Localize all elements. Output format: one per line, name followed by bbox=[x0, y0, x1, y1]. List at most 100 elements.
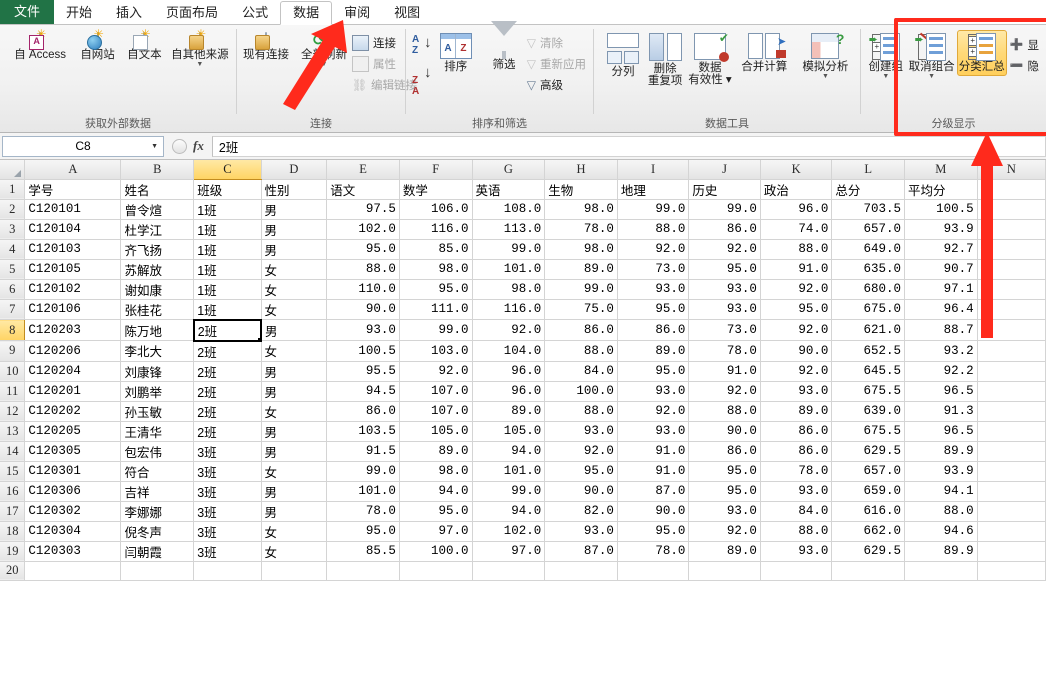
cell-A20[interactable] bbox=[24, 561, 122, 581]
cell-M15[interactable]: 93.9 bbox=[904, 461, 978, 482]
cell-F18[interactable]: 97.0 bbox=[399, 521, 473, 542]
cell-J9[interactable]: 78.0 bbox=[688, 340, 761, 362]
cell-G5[interactable]: 101.0 bbox=[472, 259, 546, 280]
column-header-E[interactable]: E bbox=[326, 160, 400, 180]
cell-D4[interactable]: 男 bbox=[261, 239, 328, 260]
cell-F20[interactable] bbox=[399, 561, 473, 581]
cell-C4[interactable]: 1班 bbox=[193, 239, 262, 260]
cell-D16[interactable]: 男 bbox=[261, 481, 328, 502]
cell-L6[interactable]: 680.0 bbox=[831, 279, 905, 300]
cell-I9[interactable]: 89.0 bbox=[617, 340, 690, 362]
show-detail-button[interactable]: ➕ 显 bbox=[1007, 34, 1042, 55]
cell-I5[interactable]: 73.0 bbox=[617, 259, 690, 280]
column-header-I[interactable]: I bbox=[617, 160, 690, 180]
cell-M3[interactable]: 93.9 bbox=[904, 219, 978, 240]
cell-N17[interactable] bbox=[977, 501, 1046, 522]
column-header-B[interactable]: B bbox=[120, 160, 195, 180]
cell-G18[interactable]: 102.0 bbox=[472, 521, 546, 542]
row-header-13[interactable]: 13 bbox=[0, 421, 26, 442]
cell-H9[interactable]: 88.0 bbox=[544, 340, 618, 362]
cell-J1[interactable]: 历史 bbox=[688, 179, 761, 200]
formula-input[interactable]: 2班 bbox=[211, 135, 1046, 157]
cell-E12[interactable]: 86.0 bbox=[326, 401, 400, 422]
row-header-11[interactable]: 11 bbox=[0, 381, 26, 402]
reapply-filter-button[interactable]: ▽ 重新应用 bbox=[524, 53, 589, 74]
cell-K19[interactable]: 93.0 bbox=[760, 541, 833, 562]
chevron-down-icon[interactable]: ▼ bbox=[196, 61, 203, 68]
cell-I11[interactable]: 93.0 bbox=[617, 381, 690, 402]
cell-M10[interactable]: 92.2 bbox=[904, 361, 978, 382]
cell-J16[interactable]: 95.0 bbox=[688, 481, 761, 502]
cell-F19[interactable]: 100.0 bbox=[399, 541, 473, 562]
cell-F6[interactable]: 95.0 bbox=[399, 279, 473, 300]
cell-M2[interactable]: 100.5 bbox=[904, 199, 978, 220]
cell-M8[interactable]: 88.7 bbox=[904, 319, 978, 341]
cell-F12[interactable]: 107.0 bbox=[399, 401, 473, 422]
sort-descending-button[interactable]: Z A ↓ bbox=[412, 64, 434, 97]
column-header-J[interactable]: J bbox=[688, 160, 761, 180]
tab-formulas[interactable]: 公式 bbox=[230, 1, 280, 24]
cell-K16[interactable]: 93.0 bbox=[760, 481, 833, 502]
cell-I12[interactable]: 92.0 bbox=[617, 401, 690, 422]
cell-G4[interactable]: 99.0 bbox=[472, 239, 546, 260]
cell-K8[interactable]: 92.0 bbox=[760, 319, 833, 341]
cell-K15[interactable]: 78.0 bbox=[760, 461, 833, 482]
cell-J10[interactable]: 91.0 bbox=[688, 361, 761, 382]
cell-N19[interactable] bbox=[977, 541, 1046, 562]
cell-L8[interactable]: 621.0 bbox=[831, 319, 905, 341]
cell-K18[interactable]: 88.0 bbox=[760, 521, 833, 542]
cell-M20[interactable] bbox=[904, 561, 978, 581]
cell-D1[interactable]: 性别 bbox=[261, 179, 328, 200]
cell-D6[interactable]: 女 bbox=[261, 279, 328, 300]
cell-J7[interactable]: 93.0 bbox=[688, 299, 761, 320]
cell-L19[interactable]: 629.5 bbox=[831, 541, 905, 562]
cell-D18[interactable]: 女 bbox=[261, 521, 328, 542]
cell-H10[interactable]: 84.0 bbox=[544, 361, 618, 382]
cell-A12[interactable]: C120202 bbox=[24, 401, 122, 422]
cell-I4[interactable]: 92.0 bbox=[617, 239, 690, 260]
row-header-8[interactable]: 8 bbox=[0, 319, 26, 341]
cell-N4[interactable] bbox=[977, 239, 1046, 260]
cell-F10[interactable]: 92.0 bbox=[399, 361, 473, 382]
cell-H7[interactable]: 75.0 bbox=[544, 299, 618, 320]
cell-E5[interactable]: 88.0 bbox=[326, 259, 400, 280]
cell-L3[interactable]: 657.0 bbox=[831, 219, 905, 240]
cell-F2[interactable]: 106.0 bbox=[399, 199, 473, 220]
cell-K5[interactable]: 91.0 bbox=[760, 259, 833, 280]
cell-C6[interactable]: 1班 bbox=[193, 279, 262, 300]
cell-L10[interactable]: 645.5 bbox=[831, 361, 905, 382]
cell-I8[interactable]: 86.0 bbox=[617, 319, 690, 341]
from-other-sources-button[interactable]: ✳ 自其他来源 ▼ bbox=[168, 28, 232, 71]
cell-I13[interactable]: 93.0 bbox=[617, 421, 690, 442]
cell-C1[interactable]: 班级 bbox=[193, 179, 262, 200]
remove-duplicates-button[interactable]: 删除 重复项 bbox=[644, 30, 686, 90]
cell-M14[interactable]: 89.9 bbox=[904, 441, 978, 462]
cell-F7[interactable]: 111.0 bbox=[399, 299, 473, 320]
cell-E15[interactable]: 99.0 bbox=[326, 461, 400, 482]
data-validation-button[interactable]: ✔ 数据 有效性 ▾ bbox=[686, 30, 733, 89]
cell-L1[interactable]: 总分 bbox=[831, 179, 905, 200]
cell-D10[interactable]: 男 bbox=[261, 361, 328, 382]
cell-A17[interactable]: C120302 bbox=[24, 501, 122, 522]
row-header-2[interactable]: 2 bbox=[0, 199, 26, 220]
cell-D8[interactable]: 男 bbox=[261, 319, 328, 341]
cell-N8[interactable] bbox=[977, 319, 1046, 341]
cell-E11[interactable]: 94.5 bbox=[326, 381, 400, 402]
cell-E2[interactable]: 97.5 bbox=[326, 199, 400, 220]
cell-B4[interactable]: 齐飞扬 bbox=[120, 239, 195, 260]
cell-J15[interactable]: 95.0 bbox=[688, 461, 761, 482]
cell-E14[interactable]: 91.5 bbox=[326, 441, 400, 462]
cell-F11[interactable]: 107.0 bbox=[399, 381, 473, 402]
cell-L20[interactable] bbox=[831, 561, 905, 581]
cell-M9[interactable]: 93.2 bbox=[904, 340, 978, 362]
cell-M11[interactable]: 96.5 bbox=[904, 381, 978, 402]
cell-C14[interactable]: 3班 bbox=[193, 441, 262, 462]
cell-B19[interactable]: 闫朝霞 bbox=[120, 541, 195, 562]
cell-A5[interactable]: C120105 bbox=[24, 259, 122, 280]
cell-H5[interactable]: 89.0 bbox=[544, 259, 618, 280]
cell-B2[interactable]: 曾令煊 bbox=[120, 199, 195, 220]
cell-J6[interactable]: 93.0 bbox=[688, 279, 761, 300]
cell-B12[interactable]: 孙玉敏 bbox=[120, 401, 195, 422]
cell-D7[interactable]: 女 bbox=[261, 299, 328, 320]
cell-G20[interactable] bbox=[472, 561, 546, 581]
